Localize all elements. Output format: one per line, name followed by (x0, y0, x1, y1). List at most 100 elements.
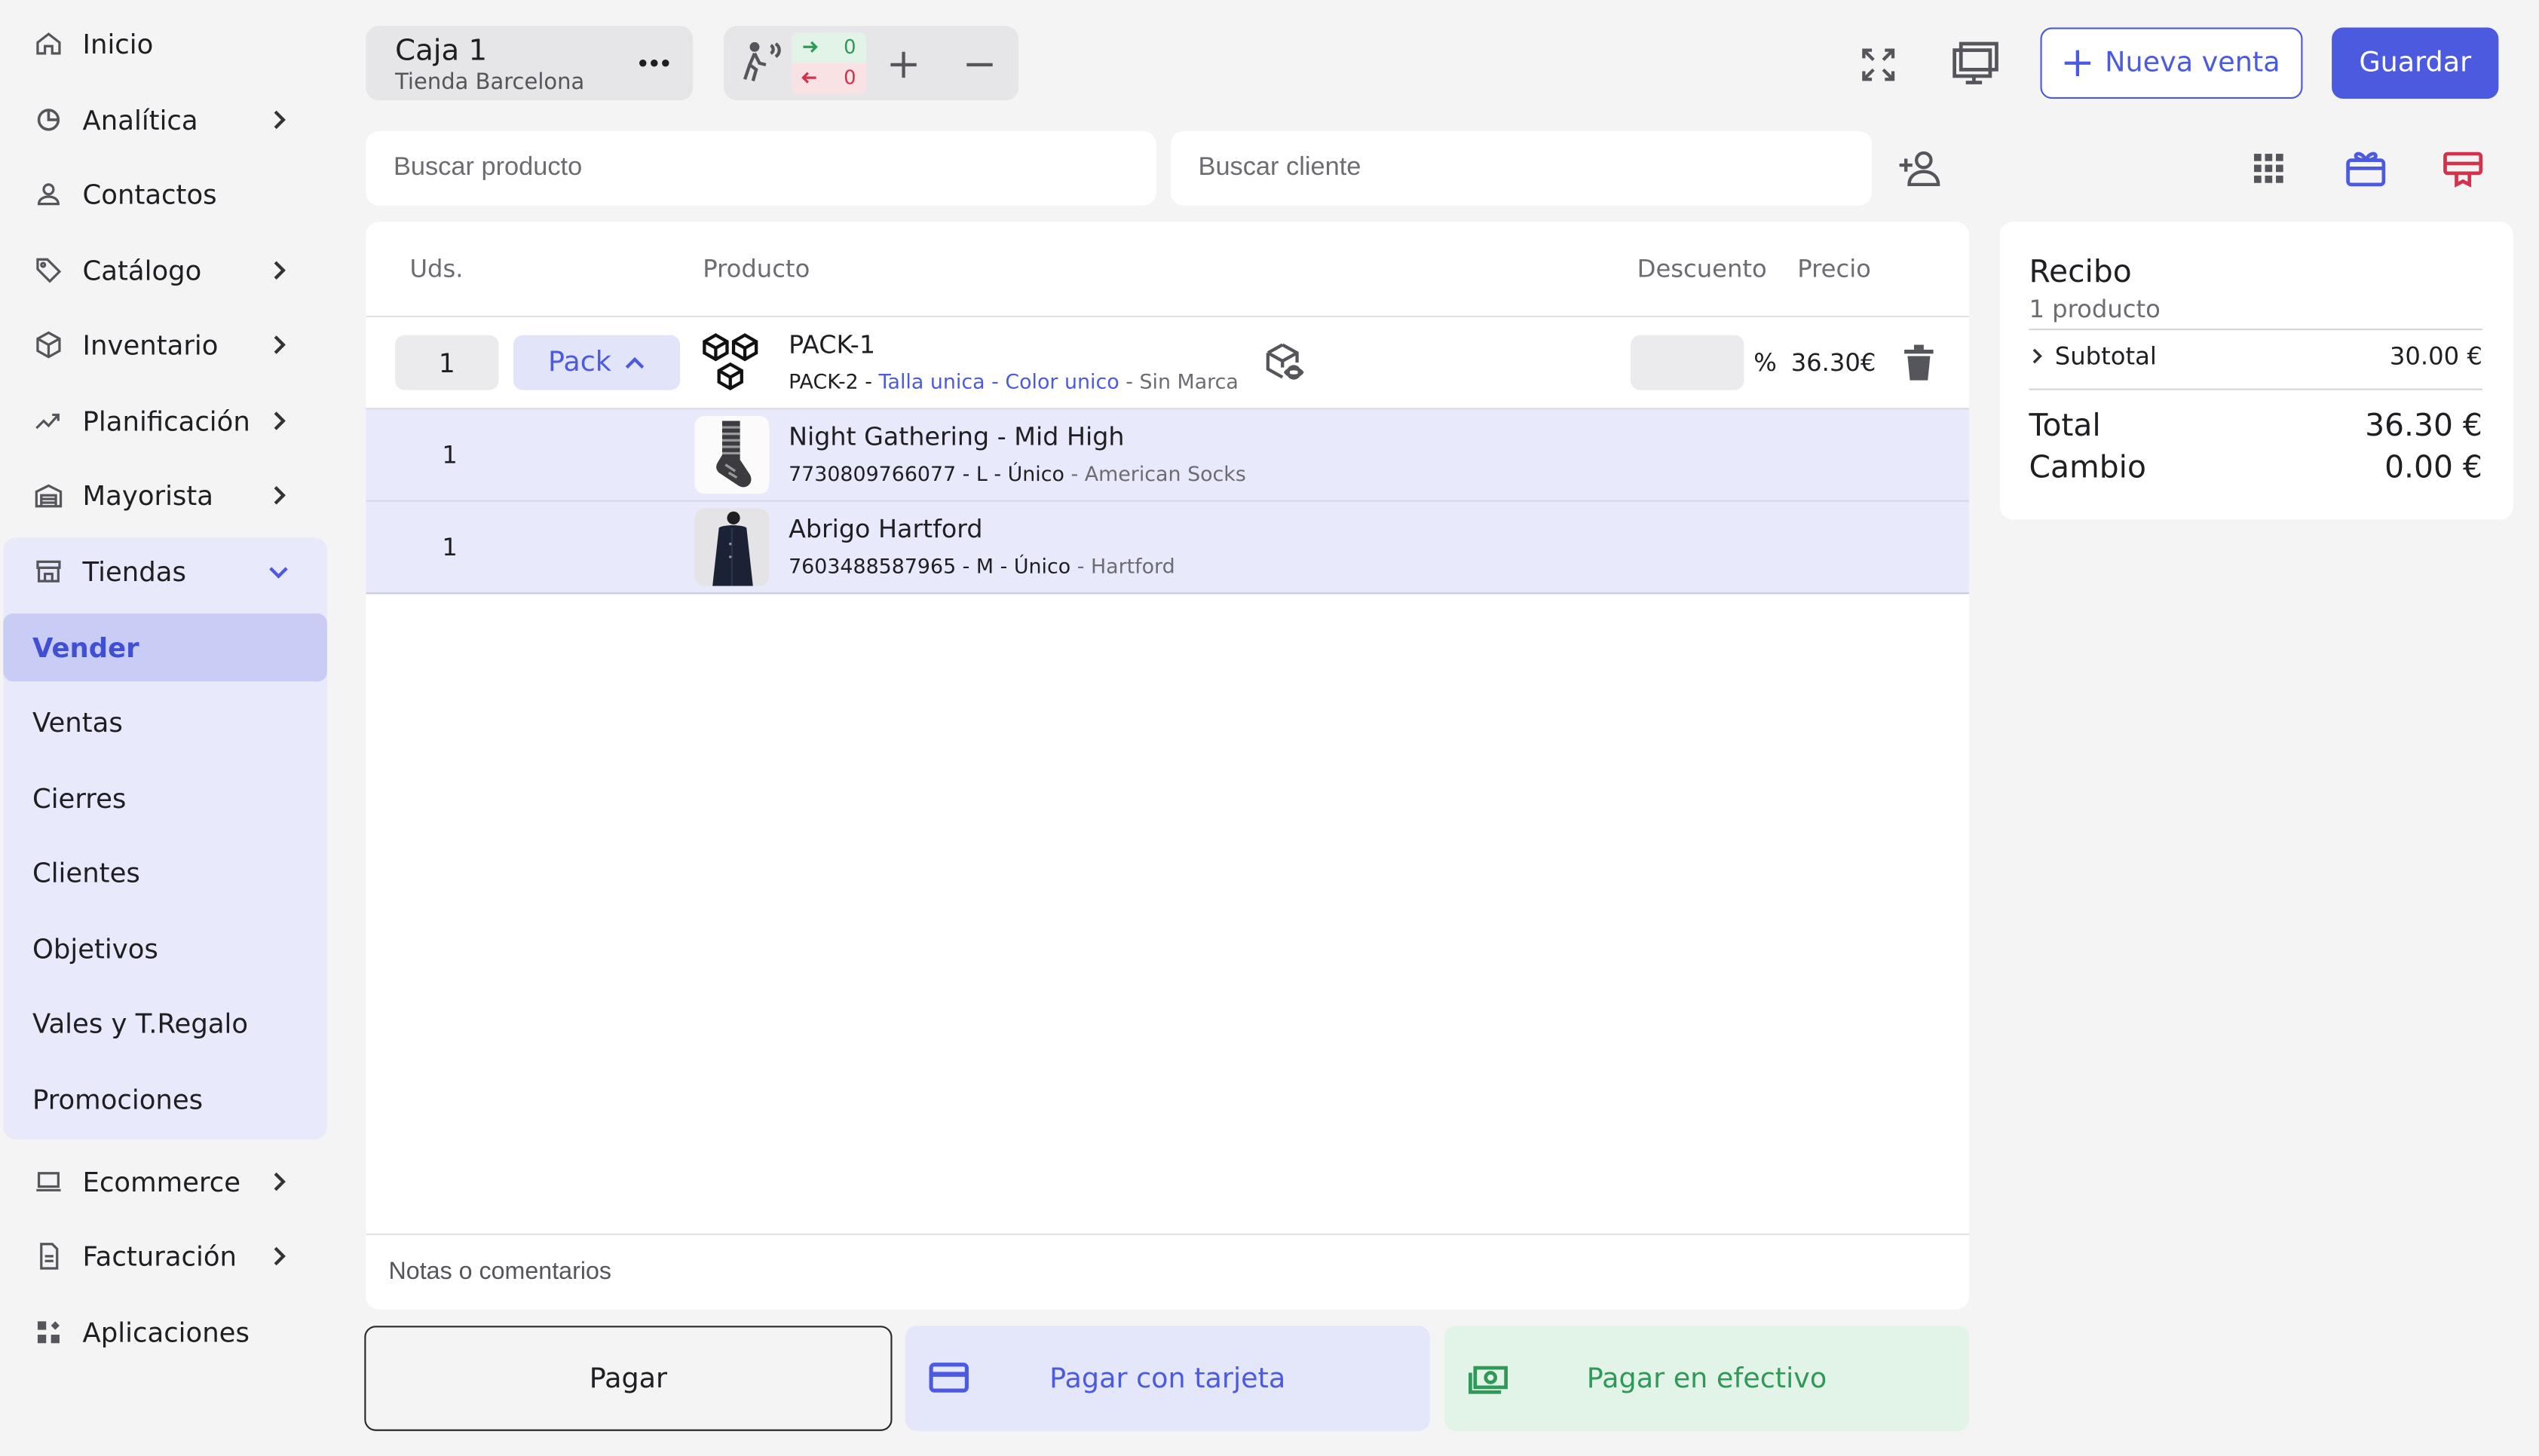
sidebar-item-planificacion[interactable]: Planificación (3, 387, 327, 454)
sidebar-item-inicio[interactable]: Inicio (3, 10, 327, 78)
change-label: Cambio (2029, 450, 2146, 486)
subtotal-label: Subtotal (2054, 341, 2157, 371)
quantity-field[interactable]: 1 (395, 335, 499, 390)
fullscreen-button[interactable] (1854, 41, 1902, 89)
grid-view-button[interactable] (2247, 147, 2289, 189)
sidebar-item-ecommerce[interactable]: Ecommerce (3, 1148, 327, 1216)
sidebar-item-label: Analítica (82, 104, 198, 136)
total-label: Total (2029, 408, 2101, 444)
credit-card-icon (929, 1363, 969, 1393)
laptop-icon (32, 1166, 65, 1198)
sidebar-sub-cierres[interactable]: Cierres (3, 764, 327, 832)
product-code: 7603488587965 - M - Único (789, 553, 1071, 578)
more-options-icon[interactable] (635, 48, 674, 78)
table-row-pack[interactable]: 1 Pack PACK-1 PACK-2 - Talla unica - Col… (366, 317, 1969, 409)
sidebar-sub-objetivos[interactable]: Objetivos (3, 915, 327, 983)
delete-line-button[interactable] (1896, 340, 1941, 385)
sidebar-item-analitica[interactable]: Analítica (3, 86, 327, 154)
sidebar-item-contactos[interactable]: Contactos (3, 161, 327, 228)
sidebar-sub-label: Cierres (32, 782, 127, 814)
discount-input[interactable] (1631, 335, 1744, 390)
trend-icon (32, 405, 65, 437)
notes-input[interactable]: Notas o comentarios (389, 1258, 612, 1286)
table-row-pack-item: 1 Night Gathering - Mid High 77308097660… (366, 409, 1969, 502)
receipt-divider (2029, 388, 2482, 390)
customer-display-button[interactable] (1948, 39, 2003, 87)
receipt-title: Recibo (2029, 254, 2132, 290)
sidebar-item-tiendas[interactable]: Tiendas (3, 537, 327, 605)
receipt-item-count: 1 producto (2029, 294, 2161, 324)
column-header-price: Precio (1797, 254, 1871, 283)
receipt-printer-button[interactable] (2439, 144, 2487, 192)
add-visitor-button[interactable] (883, 44, 925, 86)
customer-search-input[interactable] (1171, 130, 1873, 206)
register-selector[interactable]: Caja 1 Tienda Barcelona (366, 26, 694, 101)
sidebar-item-label: Tiendas (82, 555, 186, 587)
product-color: Color unico (1005, 369, 1119, 393)
box-icon (32, 329, 65, 361)
add-customer-button[interactable] (1894, 145, 1946, 191)
sidebar-item-mayorista[interactable]: Mayorista (3, 461, 327, 529)
gift-card-icon (2346, 151, 2386, 187)
sidebar-sub-label: Ventas (32, 706, 123, 738)
product-search-input[interactable] (366, 130, 1156, 206)
sidebar-sub-ventas[interactable]: Ventas (3, 688, 327, 756)
product-name: Abrigo Hartford (789, 515, 983, 544)
product-size: Talla unica (878, 369, 985, 393)
save-label: Guardar (2359, 47, 2472, 80)
new-sale-button[interactable]: Nueva venta (2040, 27, 2303, 99)
sidebar-item-catalogo[interactable]: Catálogo (3, 237, 327, 304)
sidebar-sub-promociones[interactable]: Promociones (3, 1065, 327, 1133)
column-header-qty: Uds. (409, 254, 464, 283)
add-user-icon (1899, 151, 1940, 187)
chevron-right-icon (2032, 348, 2042, 364)
product-brand: Sin Marca (1139, 369, 1239, 393)
column-header-product: Producto (703, 254, 810, 283)
save-button[interactable]: Guardar (2332, 27, 2499, 99)
plus-icon (890, 51, 917, 78)
pack-label: Pack (547, 346, 611, 379)
sidebar-sub-vales[interactable]: Vales y T.Regalo (3, 989, 327, 1057)
sidebar-item-facturacion[interactable]: Facturación (3, 1222, 327, 1290)
traffic-out-count: 0 (844, 66, 856, 90)
subtotal-value: 30.00 € (2389, 341, 2482, 371)
chart-pie-icon (32, 103, 65, 136)
sidebar-item-label: Contactos (82, 179, 217, 210)
pay-button[interactable]: Pagar (364, 1326, 893, 1431)
product-brand: American Socks (1084, 461, 1246, 486)
traffic-box: 0 0 (792, 32, 867, 94)
notes-divider (366, 1233, 1969, 1235)
invoice-icon (32, 1240, 65, 1272)
foot-traffic-counter: 0 0 (724, 26, 1019, 101)
sidebar-sub-vender[interactable]: Vender (3, 613, 327, 682)
sidebar-sub-label: Promociones (32, 1084, 204, 1115)
column-header-discount: Descuento (1637, 254, 1767, 283)
gift-card-button[interactable] (2341, 144, 2390, 192)
box-view-icon (1266, 343, 1304, 380)
home-icon (32, 28, 65, 60)
subtotal-toggle[interactable]: Subtotal (2029, 341, 2157, 371)
grid-icon (2254, 154, 2283, 183)
pay-with-card-button[interactable]: Pagar con tarjeta (905, 1326, 1430, 1431)
remove-visitor-button[interactable] (959, 44, 1001, 86)
view-pack-button[interactable] (1260, 340, 1308, 385)
sidebar-item-aplicaciones[interactable]: Aplicaciones (3, 1298, 327, 1366)
store-icon (32, 555, 65, 588)
cash-icon (1469, 1366, 1508, 1394)
trash-icon (1904, 344, 1934, 381)
total-value: 36.30 € (2365, 408, 2482, 444)
minus-icon (966, 63, 993, 67)
pay-label: Pagar (589, 1362, 668, 1395)
product-meta: 7730809766077 - L - Único - American Soc… (789, 461, 1246, 486)
sidebar-item-label: Catálogo (82, 255, 202, 286)
sidebar-item-label: Inicio (82, 28, 154, 60)
pack-toggle-button[interactable]: Pack (513, 335, 681, 390)
chevron-right-icon (274, 486, 286, 505)
sock-thumbnail (694, 416, 770, 494)
pay-with-cash-button[interactable]: Pagar en efectivo (1444, 1326, 1969, 1431)
sidebar-item-inventario[interactable]: Inventario (3, 310, 327, 378)
receipt-printer-icon (2443, 151, 2483, 188)
monitor-icon (1952, 41, 1998, 84)
sidebar-sub-clientes[interactable]: Clientes (3, 839, 327, 907)
chevron-down-icon (269, 567, 288, 579)
